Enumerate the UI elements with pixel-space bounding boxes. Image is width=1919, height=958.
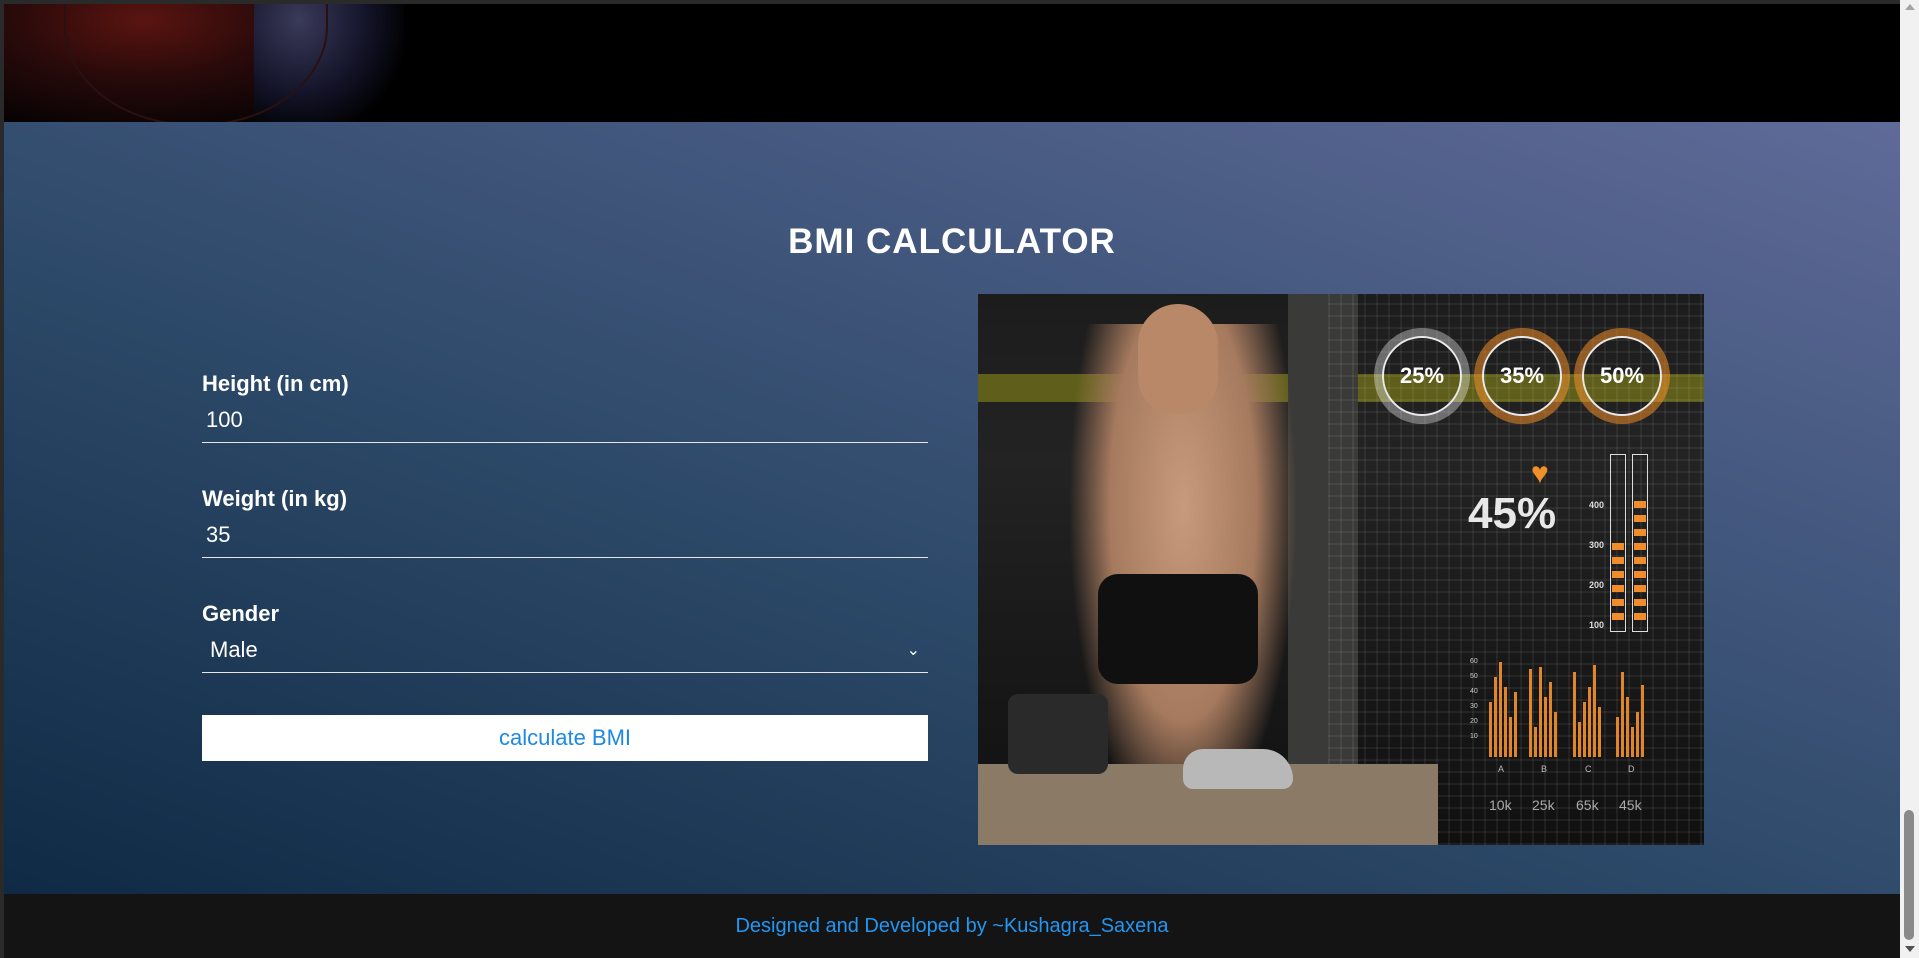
heart-icon: ♥ bbox=[1531, 457, 1549, 490]
athlete-head bbox=[1138, 304, 1218, 414]
weight-input[interactable]: 35 bbox=[202, 513, 928, 558]
chart-bar bbox=[1616, 717, 1619, 757]
chart-bar bbox=[1578, 722, 1581, 757]
value-45k: 45k bbox=[1619, 797, 1642, 813]
scroll-up-arrow-icon[interactable] bbox=[1905, 4, 1915, 10]
height-label: Height (in cm) bbox=[202, 371, 349, 396]
athlete-shoe bbox=[1183, 749, 1293, 789]
footer-credit: Designed and Developed by ~Kushagra_Saxe… bbox=[735, 914, 1169, 937]
dumbbell bbox=[1008, 694, 1108, 774]
bar-group-a: A bbox=[1498, 764, 1505, 774]
gender-select-value: Male bbox=[210, 637, 258, 662]
value-25k: 25k bbox=[1532, 797, 1555, 813]
chart-bar bbox=[1631, 727, 1634, 757]
chart-bar bbox=[1539, 667, 1542, 757]
chart-bar bbox=[1544, 697, 1547, 757]
chevron-down-icon: ⌄ bbox=[906, 642, 920, 659]
chart-bar bbox=[1626, 697, 1629, 757]
scrollbar-thumb[interactable] bbox=[1904, 810, 1914, 940]
chart-bar bbox=[1494, 677, 1497, 757]
bar-group-b: B bbox=[1541, 764, 1548, 774]
footer: Designed and Developed by ~Kushagra_Saxe… bbox=[4, 894, 1900, 958]
page-title: BMI CALCULATOR bbox=[788, 222, 1116, 261]
hero-image-strip bbox=[4, 4, 1900, 122]
chart-bar bbox=[1504, 687, 1507, 757]
chart-bar bbox=[1529, 669, 1532, 757]
height-input[interactable]: 100 bbox=[202, 398, 928, 443]
weight-label: Weight (in kg) bbox=[202, 486, 348, 511]
chart-bar bbox=[1593, 665, 1596, 757]
gender-label: Gender bbox=[202, 601, 280, 626]
value-65k: 65k bbox=[1576, 797, 1599, 813]
ring-35: 35% bbox=[1482, 336, 1562, 416]
scale-300: 300 bbox=[1589, 540, 1605, 550]
chart-bar bbox=[1573, 672, 1576, 757]
value-10k: 10k bbox=[1489, 797, 1512, 813]
ring-25: 25% bbox=[1382, 336, 1462, 416]
bmi-form: Height (in cm) 100 Weight (in kg) 35 Gen… bbox=[202, 370, 928, 761]
calculate-bmi-button[interactable]: calculate BMI bbox=[202, 715, 928, 761]
meter-left bbox=[1610, 454, 1626, 632]
chart-bar bbox=[1636, 712, 1639, 757]
bar-chart-graphic bbox=[1471, 657, 1651, 757]
chart-bar bbox=[1514, 692, 1517, 757]
athlete-shorts bbox=[1098, 574, 1258, 684]
y-ticks: 60 50 40 30 20 10 bbox=[1470, 658, 1478, 740]
scroll-down-arrow-icon[interactable] bbox=[1905, 946, 1915, 952]
bmi-section: BMI CALCULATOR Height (in cm) 100 Weight… bbox=[4, 122, 1900, 894]
chart-bar bbox=[1583, 702, 1586, 757]
chart-bar bbox=[1549, 682, 1552, 757]
scale-100: 100 bbox=[1589, 620, 1605, 630]
big-percent: 45% bbox=[1468, 489, 1557, 538]
bar-group-d: D bbox=[1628, 764, 1635, 774]
chart-bar bbox=[1534, 727, 1537, 757]
scale-200: 200 bbox=[1589, 580, 1605, 590]
meter-right bbox=[1632, 454, 1648, 632]
bar-group-c: C bbox=[1585, 764, 1592, 774]
chart-bar bbox=[1489, 702, 1492, 757]
chart-bar bbox=[1588, 687, 1591, 757]
scale-400: 400 bbox=[1589, 500, 1605, 510]
chart-bar bbox=[1509, 717, 1512, 757]
chart-bar bbox=[1598, 707, 1601, 757]
height-input-value: 100 bbox=[206, 407, 243, 432]
chart-bar bbox=[1621, 672, 1624, 757]
chart-bar bbox=[1499, 662, 1502, 757]
weight-input-value: 35 bbox=[206, 522, 231, 547]
chart-bar bbox=[1641, 685, 1644, 757]
fitness-illustration: 25% 35% 50% ♥ 45% 400 300 200 100 A B C … bbox=[978, 294, 1704, 845]
ring-50: 50% bbox=[1582, 336, 1662, 416]
gender-select[interactable]: Male ⌄ bbox=[202, 628, 928, 673]
chart-bar bbox=[1554, 712, 1557, 757]
